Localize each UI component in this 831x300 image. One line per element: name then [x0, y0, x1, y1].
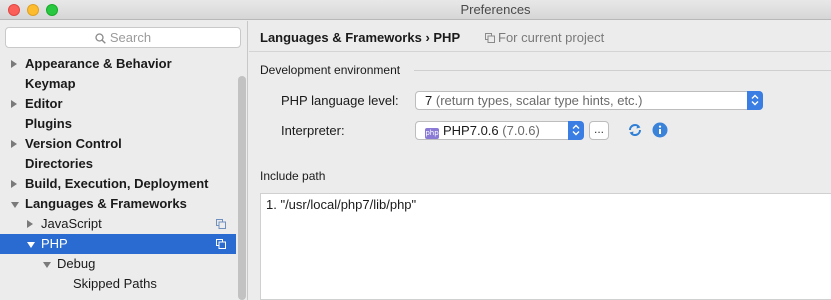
sidebar-item-label: Debug [57, 256, 96, 271]
page-title: Languages & Frameworks › PHP [260, 30, 461, 45]
dropdown-stepper[interactable] [747, 91, 763, 110]
sidebar-item-php[interactable]: PHP [0, 234, 236, 254]
expand-arrow-down-icon[interactable] [11, 202, 19, 208]
php-icon: php [425, 128, 439, 139]
dev-env-section-title: Development environment [260, 63, 401, 77]
settings-sidebar: Search Appearance & Behavior Keymap Editor… [0, 21, 248, 300]
expand-arrow-down-icon[interactable] [27, 242, 35, 248]
list-item[interactable]: 1. "/usr/local/php7/lib/php" [266, 197, 416, 212]
interpreter-value: PHP7.0.6 [443, 123, 499, 138]
sidebar-item-label: Directories [25, 156, 93, 171]
sidebar-item-label: Keymap [25, 76, 76, 91]
sidebar-item-keymap[interactable]: Keymap [0, 74, 236, 94]
language-level-select[interactable]: 7 (return types, scalar type hints, etc.… [415, 91, 763, 110]
sidebar-item-label: PHP [41, 236, 68, 251]
sidebar-item-label: JavaScript [41, 216, 102, 231]
settings-tree: Appearance & Behavior Keymap Editor Plugins… [0, 54, 236, 294]
sidebar-item-label: Version Control [25, 136, 122, 151]
sidebar-item-label: Languages & Frameworks [25, 196, 187, 211]
sidebar-item-javascript[interactable]: JavaScript [0, 214, 236, 234]
expand-arrow-right-icon[interactable] [11, 60, 17, 68]
search-input[interactable]: Search [5, 27, 241, 48]
title-bar: Preferences [0, 0, 831, 20]
project-scope-icon [216, 219, 226, 229]
search-icon [95, 33, 106, 44]
sidebar-item-label: Build, Execution, Deployment [25, 176, 209, 191]
interpreter-version: (7.0.6) [502, 123, 540, 138]
include-path-list[interactable]: 1. "/usr/local/php7/lib/php" [260, 193, 831, 300]
expand-arrow-right-icon[interactable] [11, 180, 17, 188]
sidebar-item-editor[interactable]: Editor [0, 94, 236, 114]
sidebar-item-label: Skipped Paths [73, 276, 157, 291]
sidebar-item-label: Editor [25, 96, 63, 111]
window-title: Preferences [460, 2, 531, 17]
sidebar-item-directories[interactable]: Directories [0, 154, 236, 174]
expand-arrow-down-icon[interactable] [43, 262, 51, 268]
sidebar-item-label: Appearance & Behavior [25, 56, 172, 71]
sidebar-scrollbar[interactable] [238, 76, 246, 300]
language-level-value: 7 [425, 93, 433, 108]
chevron-updown-icon [751, 94, 759, 106]
dropdown-stepper[interactable] [568, 121, 584, 140]
browse-interpreter-button[interactable]: ... [589, 121, 609, 140]
language-level-label: PHP language level: [281, 93, 399, 108]
interpreter-label: Interpreter: [281, 123, 345, 138]
refresh-icon[interactable] [627, 122, 643, 138]
project-scope-icon [216, 239, 226, 249]
scope-label: For current project [498, 30, 605, 45]
chevron-updown-icon [572, 124, 580, 136]
expand-arrow-right-icon[interactable] [11, 100, 17, 108]
search-placeholder: Search [109, 30, 152, 45]
interpreter-select[interactable]: php PHP7.0.6 (7.0.6) [415, 121, 584, 140]
header-divider [249, 51, 831, 52]
section-divider [414, 70, 831, 71]
sidebar-item-skipped-paths[interactable]: Skipped Paths [0, 274, 236, 294]
include-path-section-title: Include path [260, 169, 326, 183]
copy-icon [485, 33, 495, 43]
expand-arrow-right-icon[interactable] [27, 220, 33, 228]
expand-arrow-right-icon[interactable] [11, 140, 17, 148]
sidebar-item-label: Plugins [25, 116, 72, 131]
sidebar-item-build-execution-deployment[interactable]: Build, Execution, Deployment [0, 174, 236, 194]
sidebar-item-debug[interactable]: Debug [0, 254, 236, 274]
language-level-hint: (return types, scalar type hints, etc.) [435, 93, 643, 108]
scope-indicator: For current project [485, 30, 604, 45]
sidebar-item-plugins[interactable]: Plugins [0, 114, 236, 134]
info-icon[interactable] [652, 122, 668, 138]
sidebar-item-version-control[interactable]: Version Control [0, 134, 236, 154]
sidebar-item-appearance-behavior[interactable]: Appearance & Behavior [0, 54, 236, 74]
settings-panel: Languages & Frameworks › PHP For current… [249, 21, 831, 300]
sidebar-item-languages-frameworks[interactable]: Languages & Frameworks [0, 194, 236, 214]
